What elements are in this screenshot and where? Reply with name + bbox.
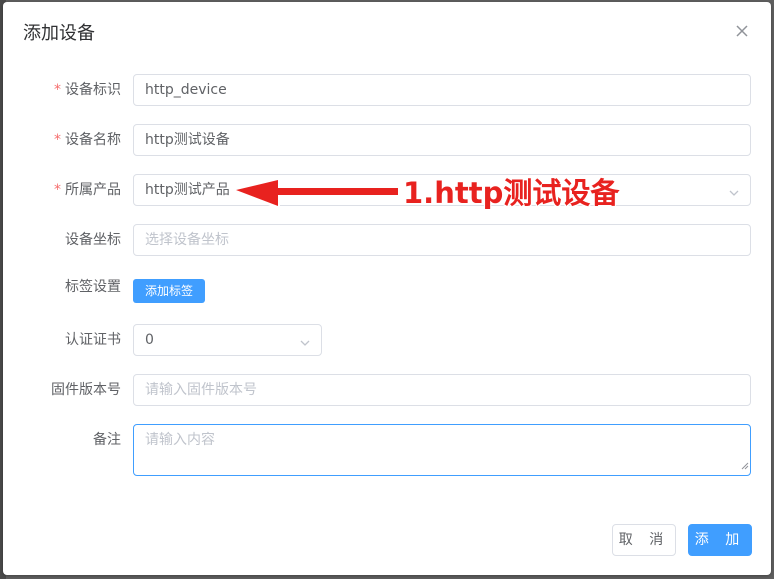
device-name-label: * 设备名称 <box>54 132 121 148</box>
certificate-value: 0 <box>145 332 154 348</box>
coordinates-placeholder: 选择设备坐标 <box>145 232 229 248</box>
certificate-label: 认证证书 <box>65 332 121 348</box>
dialog-title: 添加设备 <box>23 23 95 44</box>
cancel-button[interactable]: 取 消 <box>612 524 676 556</box>
remark-textarea[interactable]: 请输入内容 <box>133 424 751 476</box>
device-id-input[interactable]: http_device <box>133 74 751 106</box>
coordinates-label: 设备坐标 <box>65 232 121 248</box>
certificate-select[interactable]: 0 <box>133 324 322 356</box>
device-id-value: http_device <box>145 82 227 98</box>
product-label: * 所属产品 <box>54 182 121 198</box>
chevron-down-icon <box>299 334 311 353</box>
device-name-input[interactable]: http测试设备 <box>133 124 751 156</box>
annotation-label: 1.http测试设备 <box>403 176 620 210</box>
remark-placeholder: 请输入内容 <box>145 432 215 448</box>
required-mark: * <box>54 82 61 98</box>
required-mark: * <box>54 182 61 198</box>
firmware-label: 固件版本号 <box>51 382 121 398</box>
tags-label: 标签设置 <box>65 279 121 295</box>
device-id-label: * 设备标识 <box>54 82 121 98</box>
product-value: http测试产品 <box>145 182 230 198</box>
resize-grip-icon[interactable] <box>741 455 749 474</box>
firmware-input[interactable]: 请输入固件版本号 <box>133 374 751 406</box>
firmware-placeholder: 请输入固件版本号 <box>145 382 257 398</box>
annotation-arrow-icon <box>232 176 400 210</box>
chevron-down-icon <box>728 184 740 203</box>
add-button[interactable]: 添 加 <box>688 524 752 556</box>
device-name-value: http测试设备 <box>145 132 230 148</box>
add-tag-button[interactable]: 添加标签 <box>133 279 205 303</box>
coordinates-input[interactable]: 选择设备坐标 <box>133 224 751 256</box>
add-device-dialog: 添加设备 * 设备标识 http_device * 设备名称 http测试设备 * 所… <box>3 2 771 575</box>
close-icon[interactable] <box>731 20 753 42</box>
required-mark: * <box>54 132 61 148</box>
remark-label: 备注 <box>93 432 121 448</box>
